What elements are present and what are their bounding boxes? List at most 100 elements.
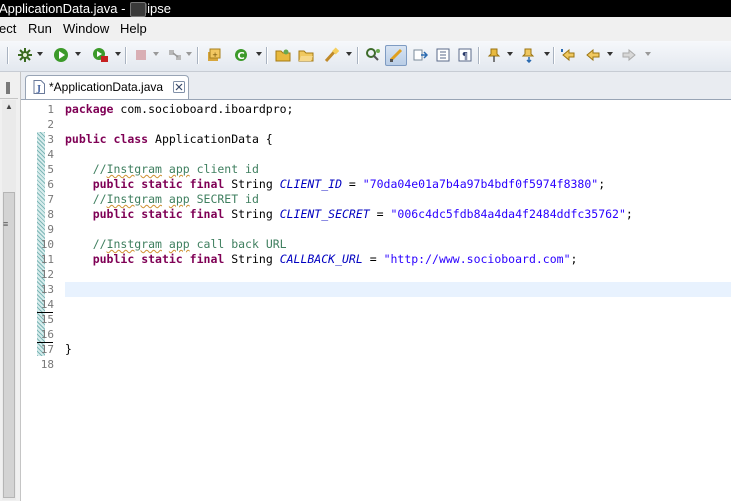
brush-dropdown-arrow[interactable] xyxy=(346,52,352,56)
debug-dropdown-arrow[interactable] xyxy=(37,52,43,56)
quick-diff-ruler xyxy=(28,100,45,501)
new-dropdown-arrow[interactable] xyxy=(256,52,262,56)
semicolon: ; xyxy=(625,207,633,221)
search-icon[interactable] xyxy=(364,46,382,64)
forward-icon[interactable] xyxy=(620,46,638,64)
toggle-highlight-icon[interactable] xyxy=(387,46,405,64)
menu-run[interactable]: Run xyxy=(28,17,52,41)
assign-operator: = xyxy=(342,177,363,191)
refresh-icon[interactable]: C xyxy=(232,46,250,64)
next-annotation-icon[interactable] xyxy=(411,46,429,64)
menu-help[interactable]: Help xyxy=(120,17,147,41)
line-number: 9 xyxy=(47,223,54,236)
open-folder-icon[interactable] xyxy=(274,46,292,64)
connect-icon[interactable] xyxy=(166,46,184,64)
left-view-strip: ▲ ≡ xyxy=(0,72,21,501)
line-number: 16 xyxy=(40,328,54,341)
run-external-icon[interactable] xyxy=(91,46,109,64)
run-dropdown-arrow[interactable] xyxy=(75,52,81,56)
left-scrollbar-thumb[interactable] xyxy=(3,192,15,498)
comment-text: SECRET id xyxy=(189,192,259,206)
line-number: 17 xyxy=(40,343,54,356)
line-number: 8 xyxy=(47,208,54,221)
type-name: String xyxy=(224,252,280,266)
prev-annotation-icon[interactable] xyxy=(559,46,577,64)
line-number: 18 xyxy=(40,358,54,371)
constant-name: CALLBACK_URL xyxy=(279,252,363,266)
line-number: 4 xyxy=(47,148,54,161)
window-title-bar[interactable]: ApplicationData.java - Eclipse xyxy=(0,0,731,17)
package-name: com.socioboard.iboardpro; xyxy=(113,102,294,116)
svg-text:J: J xyxy=(36,83,41,93)
comment-prefix: // xyxy=(92,192,107,206)
pin-icon[interactable] xyxy=(485,46,503,64)
scroll-up-arrow-icon[interactable]: ▲ xyxy=(2,100,16,114)
connect-dropdown-arrow[interactable] xyxy=(186,52,192,56)
menu-window[interactable]: Window xyxy=(63,17,109,41)
spelling-error: app xyxy=(168,192,190,206)
code-area[interactable]: package com.socioboard.iboardpro; public… xyxy=(65,102,731,372)
spelling-error: Instgram xyxy=(106,192,162,206)
open-type-icon[interactable] xyxy=(297,46,315,64)
keyword: public xyxy=(65,132,107,146)
view-tab-icon xyxy=(6,82,10,94)
class-declaration: ApplicationData { xyxy=(148,132,273,146)
back-icon[interactable] xyxy=(584,46,602,64)
string-literal: "http://www.socioboard.com" xyxy=(383,252,571,266)
stop-dropdown-arrow[interactable] xyxy=(153,52,159,56)
svg-text:¶: ¶ xyxy=(462,51,468,62)
taskbar-preview-icon xyxy=(130,2,146,17)
java-editor[interactable]: 1 2 3 4 5 6 7 8 9 10 11 12 13 14 15 16 1… xyxy=(21,100,731,501)
line-number: 13 xyxy=(40,283,54,296)
show-whitespace-icon[interactable] xyxy=(434,46,452,64)
forward-dropdown-arrow[interactable] xyxy=(645,52,651,56)
new-java-class-icon[interactable]: + xyxy=(205,46,223,64)
assign-operator: = xyxy=(369,207,391,221)
spelling-error: app xyxy=(168,162,190,176)
last-edit-dropdown-arrow[interactable] xyxy=(544,52,550,56)
line-number: 3 xyxy=(47,133,54,146)
brush-icon[interactable] xyxy=(322,46,340,64)
code-line: public static final String CLIENT_SECRET… xyxy=(65,207,731,222)
pin-dropdown-arrow[interactable] xyxy=(507,52,513,56)
comment-prefix: // xyxy=(92,162,107,176)
keyword: public xyxy=(92,177,135,191)
external-dropdown-arrow[interactable] xyxy=(115,52,121,56)
line-number: 10 xyxy=(40,238,54,251)
toolbar-separator xyxy=(478,47,479,64)
close-icon[interactable] xyxy=(173,81,185,93)
run-icon[interactable] xyxy=(52,46,70,64)
keyword: final xyxy=(189,177,225,191)
keyword: final xyxy=(189,207,225,221)
semicolon: ; xyxy=(598,177,606,191)
line-number: 15 xyxy=(40,313,54,326)
debug-gear-icon[interactable] xyxy=(16,46,34,64)
keyword: class xyxy=(113,132,149,146)
string-literal: "70da04e01a7b4a97b4bdf0f5974f8380" xyxy=(362,177,599,191)
editor-tab-applicationdata[interactable]: J *ApplicationData.java xyxy=(25,75,189,99)
pilcrow-icon[interactable]: ¶ xyxy=(456,46,474,64)
code-line: //Instgram app client id xyxy=(65,162,731,177)
line-number-ruler: 1 2 3 4 5 6 7 8 9 10 11 12 13 14 15 16 1… xyxy=(38,102,54,372)
menu-bar: ect Run Window Help xyxy=(0,17,731,42)
menu-project[interactable]: ect xyxy=(0,17,16,41)
back-dropdown-arrow[interactable] xyxy=(607,52,613,56)
toolbar-separator xyxy=(7,47,8,64)
line-number: 11 xyxy=(40,253,54,266)
line-number: 12 xyxy=(40,268,54,281)
svg-text:C: C xyxy=(237,51,244,62)
keyword: static xyxy=(141,207,183,221)
stop-icon[interactable] xyxy=(132,46,150,64)
svg-text:+: + xyxy=(212,51,218,59)
code-line: public static final String CALLBACK_URL … xyxy=(65,252,731,267)
constant-name: CLIENT_SECRET xyxy=(279,207,370,221)
toolbar-separator xyxy=(357,47,358,64)
last-edit-icon[interactable] xyxy=(520,46,538,64)
minimized-view-tab[interactable] xyxy=(0,78,18,99)
